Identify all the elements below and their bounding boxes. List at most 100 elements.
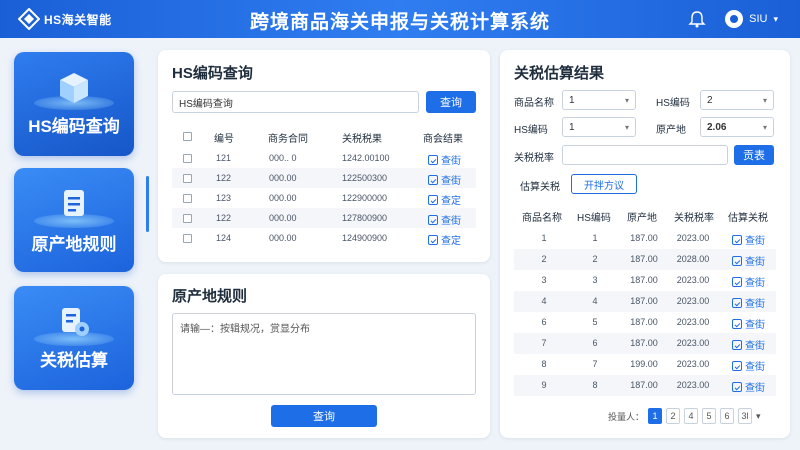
row-action-link[interactable]: 查街 (732, 358, 765, 373)
edit-icon (732, 234, 742, 245)
table-row: 123 000.00 122900000 查定 (172, 188, 476, 208)
table-row: 2 2 187.00 2028.00 查街 (514, 249, 776, 270)
row-action-link[interactable]: 查定 (428, 192, 461, 207)
item-rate: 2028.00 (676, 254, 710, 264)
table-row: 3 3 187.00 2023.00 查街 (514, 270, 776, 291)
row-action-link[interactable]: 查街 (732, 274, 765, 289)
edit-icon (732, 381, 742, 392)
page-button[interactable]: 6 (720, 408, 735, 424)
table-row: 122 000.00 127800900 查街 (172, 208, 476, 228)
hs-search-button[interactable]: 查询 (426, 91, 476, 113)
col-header: 编号 (214, 134, 234, 145)
nav-origin-rules[interactable]: 原产地规则 (14, 168, 134, 272)
chevron-down-icon[interactable]: ▾ (756, 411, 761, 422)
edit-icon (732, 276, 742, 287)
row-action-link[interactable]: 查街 (428, 212, 461, 227)
row-action-link[interactable]: 查街 (732, 316, 765, 331)
origin-select[interactable]: 2.06 ▾ (700, 117, 774, 137)
edit-icon (428, 214, 438, 225)
item-name: 1 (541, 233, 547, 243)
action-label: 查街 (745, 257, 765, 268)
row-action-link[interactable]: 查街 (732, 253, 765, 268)
hs-contract: 000.. 0 (269, 153, 297, 163)
row-action-link[interactable]: 查街 (428, 172, 461, 187)
row-action-link[interactable]: 查街 (428, 152, 461, 167)
table-row: 4 4 187.00 2023.00 查街 (514, 291, 776, 312)
col-header: 原产地 (627, 213, 657, 224)
hs-code-label: HS编码 (656, 98, 690, 109)
item-hs: 2 (592, 254, 598, 264)
hs-search-input[interactable]: HS编码查询 (172, 91, 419, 113)
row-checkbox[interactable] (183, 194, 192, 203)
page-button[interactable]: 2 (666, 408, 681, 424)
table-row: 122 000.00 122500300 查街 (172, 168, 476, 188)
item-hs: 8 (592, 380, 598, 390)
action-label: 查街 (745, 278, 765, 289)
row-checkbox[interactable] (183, 154, 192, 163)
rate-table-button[interactable]: 贡表 (734, 145, 774, 165)
edit-icon (428, 194, 438, 205)
page-button[interactable]: 3l (738, 408, 753, 424)
row-checkbox[interactable] (183, 234, 192, 243)
hs-code-select-2[interactable]: 1 ▾ (562, 117, 636, 137)
select-value: 2 (707, 94, 713, 106)
hs-tax: 122500300 (342, 173, 388, 183)
action-label: 查街 (745, 236, 765, 247)
row-action-link[interactable]: 查街 (732, 379, 765, 394)
item-rate: 2023.00 (676, 317, 710, 327)
col-header: 关税税果 (342, 134, 382, 145)
item-rate: 2023.00 (676, 296, 710, 306)
item-rate: 2023.00 (676, 380, 710, 390)
origin-query-button[interactable]: 查询 (271, 405, 377, 427)
item-rate: 2023.00 (676, 359, 710, 369)
item-origin: 187.00 (630, 254, 658, 264)
table-row: 7 6 187.00 2023.00 查街 (514, 333, 776, 354)
hs-id: 123 (216, 193, 232, 203)
row-checkbox[interactable] (183, 174, 192, 183)
row-action-link[interactable]: 查街 (732, 232, 765, 247)
item-rate: 2023.00 (676, 233, 710, 243)
row-action-link[interactable]: 查街 (732, 337, 765, 352)
row-action-link[interactable]: 查街 (732, 295, 765, 310)
nav-scroll-indicator[interactable] (146, 176, 149, 232)
hs-tax: 127800900 (342, 213, 388, 223)
product-name-label: 商品名称 (514, 98, 554, 109)
page-button[interactable]: 4 (684, 408, 699, 424)
select-all-checkbox[interactable] (183, 132, 192, 141)
origin-rules-textarea[interactable]: 请输—：按辑规况，赏显分布 (172, 313, 476, 395)
action-label: 查定 (441, 196, 461, 207)
item-name: 9 (541, 380, 547, 390)
item-name: 2 (541, 254, 547, 264)
item-rate: 2023.00 (676, 338, 710, 348)
select-value: 1 (569, 121, 575, 133)
action-label: 查街 (441, 216, 461, 227)
hs-id: 124 (216, 233, 232, 243)
nav-hs-query[interactable]: HS编码查询 (14, 52, 134, 156)
hs-code-select[interactable]: 2 ▾ (700, 90, 774, 110)
tax-rate-input[interactable] (562, 145, 728, 165)
edit-icon (428, 234, 438, 245)
hs-tax: 1242.00100 (342, 153, 390, 163)
origin-panel-title: 原产地规则 (172, 288, 248, 305)
nav-tax-estimate[interactable]: 关税估算 (14, 286, 134, 390)
col-header: 商务合同 (268, 134, 308, 145)
row-action-link[interactable]: 查定 (428, 232, 461, 247)
nav-label: 关税估算 (40, 351, 108, 370)
bell-icon[interactable] (687, 9, 707, 29)
item-origin: 199.00 (630, 359, 658, 369)
pager-label: 投量人： (608, 411, 645, 422)
item-hs: 4 (592, 296, 598, 306)
action-label: 查街 (745, 320, 765, 331)
edit-icon (732, 255, 742, 266)
user-menu[interactable]: SIU ▾ (725, 10, 778, 28)
chevron-down-icon: ▾ (624, 95, 629, 105)
estimate-method-button[interactable]: 开拌方议 (571, 174, 637, 194)
hs-id: 122 (216, 173, 232, 183)
page-button[interactable]: 1 (648, 408, 663, 424)
action-label: 查街 (441, 176, 461, 187)
hs-contract: 000.00 (269, 193, 297, 203)
row-checkbox[interactable] (183, 214, 192, 223)
page-button[interactable]: 5 (702, 408, 717, 424)
product-name-select[interactable]: 1 ▾ (562, 90, 636, 110)
file-gear-icon (62, 308, 89, 336)
